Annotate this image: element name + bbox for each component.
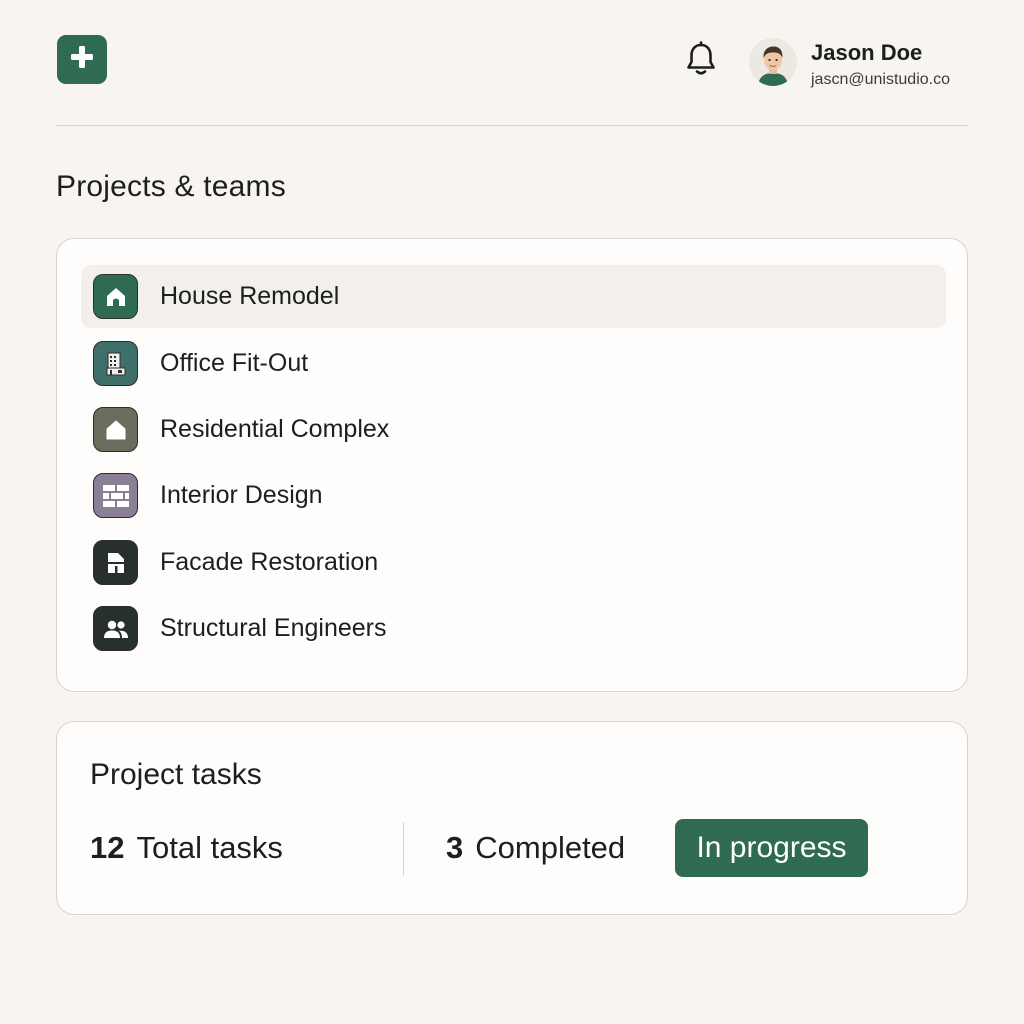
project-item-structural-engineers[interactable]: Structural Engineers: [81, 597, 946, 660]
notifications-button[interactable]: [683, 40, 719, 82]
tasks-title: Project tasks: [90, 758, 262, 791]
project-item-house-remodel[interactable]: House Remodel: [81, 265, 946, 328]
total-tasks-label: Total tasks: [136, 830, 283, 865]
project-label: Office Fit-Out: [160, 349, 309, 377]
brick-wall-icon: [93, 473, 138, 518]
house-icon: [93, 274, 138, 319]
projects-list: House Remodel Office Fit-Out Residential…: [56, 238, 968, 692]
completed-tasks-label: Completed: [475, 830, 626, 865]
project-label: Interior Design: [160, 481, 323, 509]
project-label: House Remodel: [160, 282, 340, 310]
project-label: Residential Complex: [160, 415, 390, 443]
project-item-office-fit-out[interactable]: Office Fit-Out: [81, 332, 946, 395]
user-email: jascn@unistudio.co: [811, 71, 950, 88]
projects-section-title: Projects & teams: [56, 170, 286, 203]
avatar[interactable]: [749, 38, 797, 86]
add-button[interactable]: [57, 35, 107, 84]
stat-divider: [403, 822, 404, 876]
total-tasks-count: 12: [90, 830, 125, 865]
total-tasks-stat: 12 Total tasks: [90, 830, 283, 866]
team-icon: [93, 606, 138, 651]
completed-tasks-stat: 3 Completed: [446, 830, 625, 866]
header-divider: [56, 125, 968, 126]
status-badge[interactable]: In progress: [675, 819, 868, 877]
home-outline-icon: [93, 407, 138, 452]
project-item-residential-complex[interactable]: Residential Complex: [81, 398, 946, 461]
bell-icon: [684, 40, 718, 82]
project-item-facade-restoration[interactable]: Facade Restoration: [81, 531, 946, 594]
plus-icon: [68, 43, 96, 76]
office-building-icon: [93, 341, 138, 386]
project-label: Facade Restoration: [160, 548, 379, 576]
user-name: Jason Doe: [811, 40, 923, 65]
project-item-interior-design[interactable]: Interior Design: [81, 464, 946, 527]
completed-tasks-count: 3: [446, 830, 464, 865]
project-label: Structural Engineers: [160, 614, 387, 642]
facade-icon: [93, 540, 138, 585]
project-tasks-card: Project tasks 12 Total tasks 3 Completed…: [56, 721, 968, 915]
